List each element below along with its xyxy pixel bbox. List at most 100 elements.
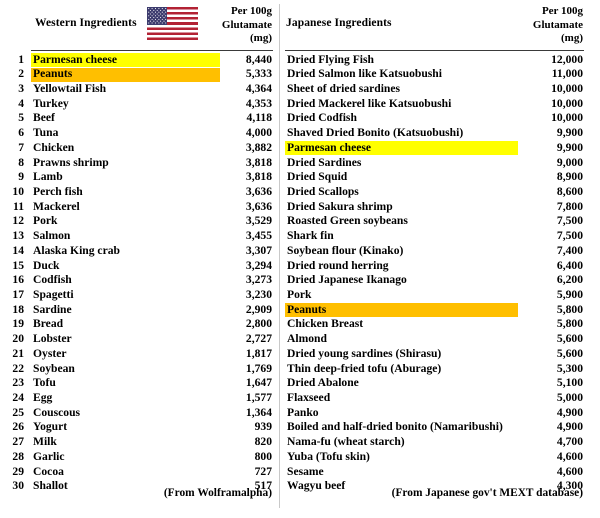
row-rank: 22 [12,361,24,375]
row-ingredient-name: Soybean [33,361,75,375]
row-rank: 24 [12,391,24,405]
table-row: 12 Pork 3,529 [0,214,278,229]
row-glutamate-value: 3,307 [245,243,272,257]
row-rank: 28 [12,449,24,463]
row-ingredient-name: Dried Japanese Ikanago [287,273,407,287]
table-row: Pork 5,900 [281,288,600,303]
table-row: 2 Peanuts 5,333 [0,67,278,82]
row-ingredient-name: Bread [33,317,64,331]
row-glutamate-value: 4,900 [556,405,583,419]
row-glutamate-value: 5,600 [556,332,583,346]
western-units-line1: Per 100g [230,5,272,17]
row-glutamate-value: 10,000 [551,111,583,125]
japanese-units-line2: Glutamate [532,18,583,31]
row-ingredient-name: Dried Scallops [287,184,359,198]
row-rank: 25 [12,405,24,419]
row-glutamate-value: 4,900 [556,420,583,434]
table-row: 10 Perch fish 3,636 [0,185,278,200]
row-ingredient-name: Turkey [33,96,69,110]
japanese-table-body: Dried Flying Fish 12,000 Dried Salmon like… [281,53,600,495]
row-rank: 12 [12,214,24,228]
row-glutamate-value: 1,364 [245,405,272,419]
row-rank: 26 [12,420,24,434]
table-row: Panko 4,900 [281,406,600,421]
row-glutamate-value: 6,200 [556,273,583,287]
row-glutamate-value: 517 [254,479,272,493]
table-row: Dried Abalone 5,100 [281,376,600,391]
table-row: 5 Beef 4,118 [0,111,278,126]
row-ingredient-name: Dried Sakura shrimp [287,199,393,213]
table-row: 21 Oyster 1,817 [0,347,278,362]
row-ingredient-name: Chicken [33,140,75,154]
row-glutamate-value: 12,000 [551,52,583,66]
row-rank: 27 [12,435,24,449]
row-rank: 29 [12,464,24,478]
row-ingredient-name: Lamb [33,170,63,184]
row-ingredient-name: Pork [33,214,58,228]
table-row: 22 Soybean 1,769 [0,362,278,377]
row-ingredient-name: Yogurt [33,420,68,434]
row-ingredient-name: Shaved Dried Bonito (Katsuobushi) [287,126,464,140]
row-glutamate-value: 8,440 [245,52,272,66]
row-glutamate-value: 3,529 [245,214,272,228]
row-glutamate-value: 2,727 [245,332,272,346]
table-row: 14 Alaska King crab 3,307 [0,244,278,259]
table-row: Boiled and half-dried bonito (Namaribush… [281,420,600,435]
row-glutamate-value: 10,000 [551,96,583,110]
row-ingredient-name: Sesame [287,464,324,478]
table-row: Dried Sakura shrimp 7,800 [281,200,600,215]
table-row: Roasted Green soybeans 7,500 [281,214,600,229]
row-glutamate-value: 1,577 [245,391,272,405]
western-header-rule [31,50,273,52]
japanese-ingredients-panel: Japanese Ingredients Per 100g Glutamate … [281,0,600,518]
japanese-table-caption: Japanese Ingredients [286,17,392,29]
row-rank: 20 [12,332,24,346]
row-ingredient-name: Roasted Green soybeans [287,214,408,228]
glutamate-comparison-table: Western Ingredients Per 100g Glutamate (… [0,0,600,518]
row-rank: 19 [12,317,24,331]
column-divider [279,4,280,508]
row-glutamate-value: 4,000 [245,126,272,140]
row-ingredient-name: Perch fish [33,184,83,198]
row-ingredient-name: Alaska King crab [33,243,120,257]
row-rank: 7 [18,140,24,154]
row-glutamate-value: 3,636 [245,199,272,213]
row-glutamate-value: 1,769 [245,361,272,375]
table-row: 17 Spagetti 3,230 [0,288,278,303]
table-row: 7 Chicken 3,882 [0,141,278,156]
table-row: 6 Tuna 4,000 [0,126,278,141]
table-row: Flaxseed 5,000 [281,391,600,406]
row-ingredient-name: Parmesan cheese [287,140,372,154]
row-ingredient-name: Dried round herring [287,258,389,272]
row-glutamate-value: 2,909 [245,302,272,316]
row-glutamate-value: 9,900 [556,140,583,154]
western-table-body: 1 Parmesan cheese 8,440 2 Peanuts 5,333 3 Yello… [0,53,278,495]
table-row: Peanuts 5,800 [281,303,600,318]
row-rank: 17 [12,288,24,301]
row-glutamate-value: 727 [254,464,272,478]
japanese-header-rule [285,50,584,52]
row-glutamate-value: 5,800 [556,317,583,331]
row-glutamate-value: 3,636 [245,184,272,198]
table-row: Sheet of dried sardines 10,000 [281,82,600,97]
row-glutamate-value: 4,600 [556,449,583,463]
row-ingredient-name: Yellowtail Fish [33,81,107,95]
row-rank: 16 [12,273,24,287]
row-glutamate-value: 800 [254,449,272,463]
row-ingredient-name: Couscous [33,405,81,419]
row-glutamate-value: 4,364 [245,81,272,95]
row-glutamate-value: 6,400 [556,258,583,272]
table-row: 13 Salmon 3,455 [0,229,278,244]
row-glutamate-value: 8,900 [556,170,583,184]
row-rank: 23 [12,376,24,390]
table-row: Dried Squid 8,900 [281,170,600,185]
row-rank: 14 [12,243,24,257]
row-rank: 18 [12,302,24,316]
row-rank: 21 [12,346,24,360]
row-glutamate-value: 7,500 [556,214,583,228]
row-glutamate-value: 4,600 [556,464,583,478]
table-row: 9 Lamb 3,818 [0,170,278,185]
western-table-caption: Western Ingredients [35,17,137,29]
western-table-header: Western Ingredients Per 100g Glutamate (… [0,0,278,50]
western-units-header: Per 100g Glutamate (mg) [152,5,272,46]
